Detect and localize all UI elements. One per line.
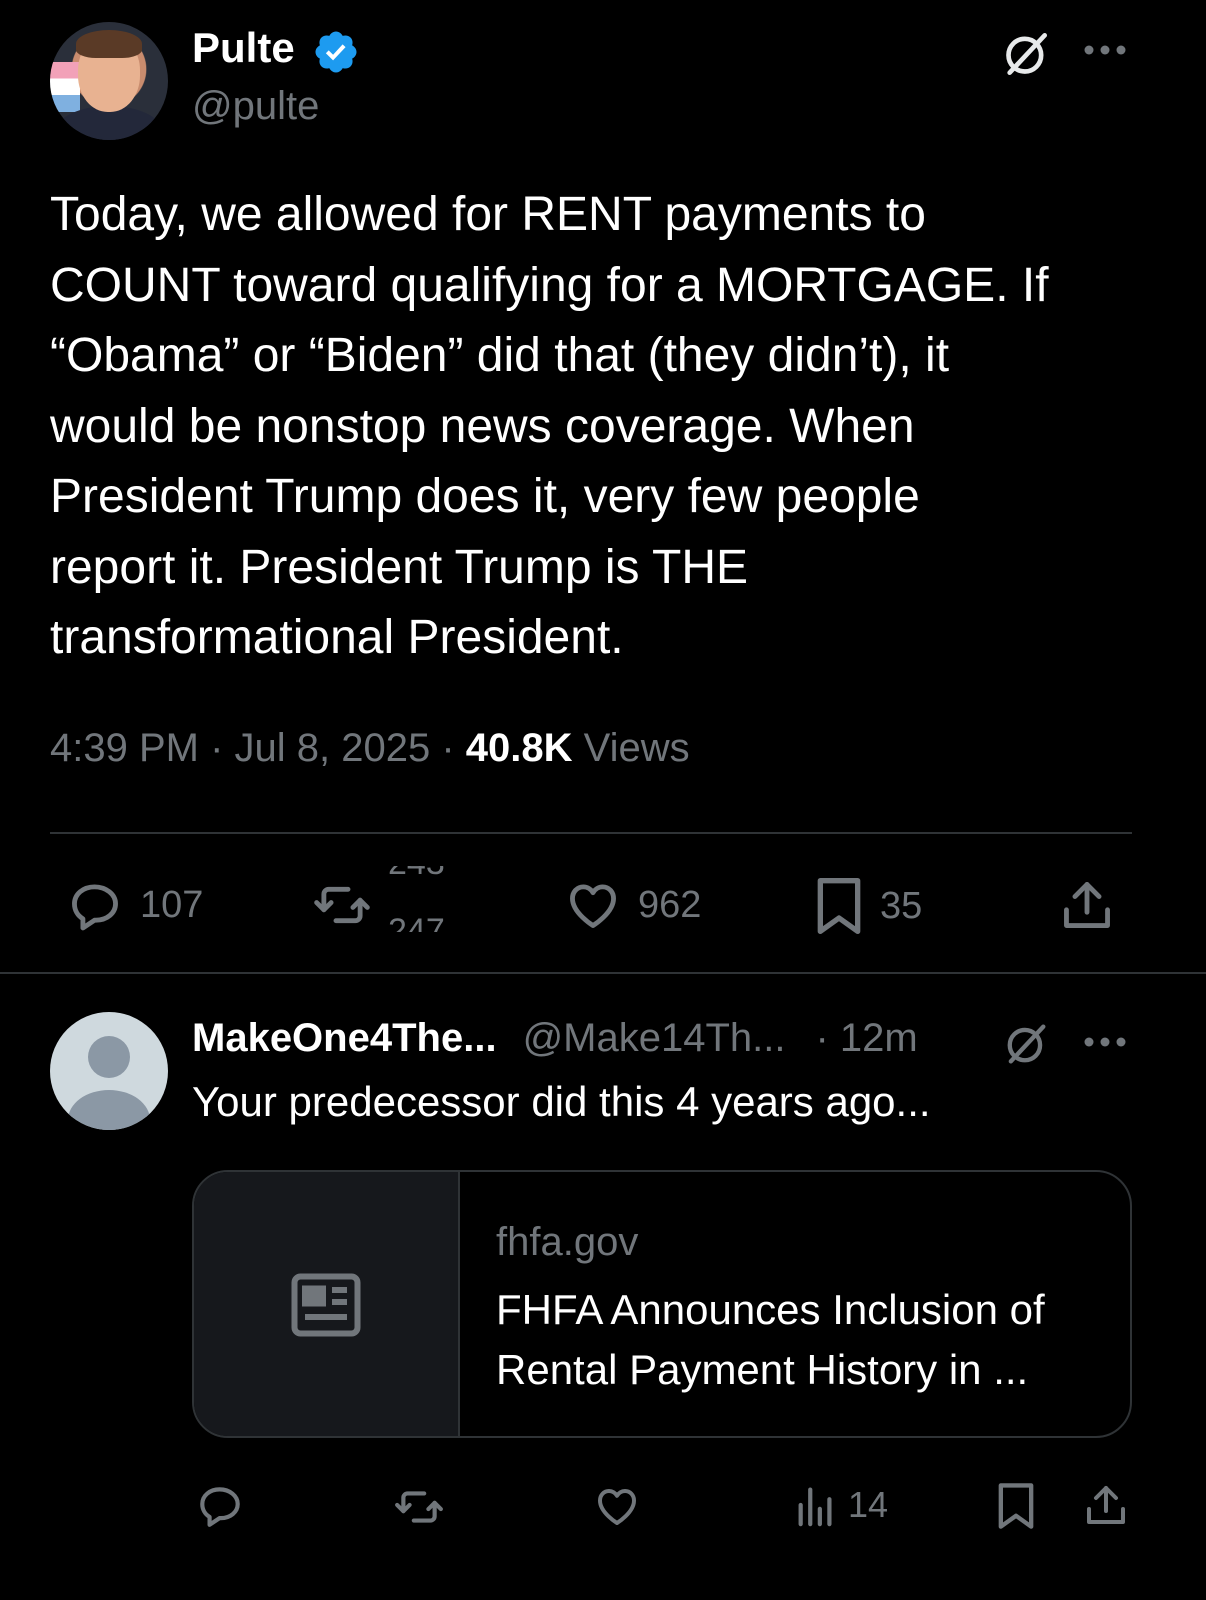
- reply-text: Your predecessor did this 4 years ago...: [192, 1078, 931, 1125]
- reply-count: 107: [140, 883, 204, 926]
- retweet-button[interactable]: [308, 876, 376, 934]
- tweet-time[interactable]: 4:39 PM: [50, 726, 199, 770]
- reply-like-button[interactable]: [592, 1482, 642, 1530]
- reply-views-button[interactable]: 14: [794, 1482, 888, 1528]
- reply-author-handle[interactable]: @Make14Th...: [523, 1016, 786, 1061]
- bookmark-button[interactable]: 35: [812, 874, 922, 938]
- news-article-icon: [290, 1272, 362, 1338]
- reply-time[interactable]: · 12m: [816, 1016, 918, 1061]
- retweet-count-new: 247: [388, 912, 445, 932]
- card-domain: fhfa.gov: [496, 1220, 639, 1264]
- reply-author-avatar[interactable]: [50, 1012, 168, 1130]
- reply-header: MakeOne4The... @Make14Th... · 12m: [192, 1016, 918, 1061]
- more-icon[interactable]: [1082, 40, 1128, 60]
- views-count: 40.8K: [465, 726, 573, 770]
- reply-author-name[interactable]: MakeOne4The...: [192, 1016, 497, 1061]
- tweet-text: Today, we allowed for RENT payments to C…: [50, 188, 1049, 664]
- divider: [50, 832, 1132, 834]
- reply-reply-button[interactable]: [194, 1480, 246, 1530]
- card-title: FHFA Announces Inclusion of Rental Payme…: [496, 1286, 1045, 1393]
- tweet-meta: 4:39 PM · Jul 8, 2025 · 40.8K Views: [50, 726, 690, 770]
- like-count: 962: [638, 883, 702, 926]
- divider: [0, 972, 1206, 974]
- reply-button[interactable]: 107: [64, 876, 203, 934]
- retweet-count-old: 243: [388, 866, 445, 883]
- bookmark-count: 35: [880, 884, 923, 927]
- reply-share-button[interactable]: [1082, 1480, 1130, 1530]
- grok-icon[interactable]: [998, 26, 1054, 82]
- more-icon[interactable]: [1082, 1032, 1128, 1052]
- reply-views-count: 14: [848, 1484, 889, 1525]
- tweet-date[interactable]: Jul 8, 2025: [235, 726, 431, 770]
- reply-bookmark-button[interactable]: [994, 1480, 1038, 1532]
- share-button[interactable]: [1058, 876, 1116, 934]
- author-handle[interactable]: @pulte: [192, 84, 319, 129]
- author-name[interactable]: Pulte: [192, 24, 295, 72]
- retweet-count: 243 247: [384, 866, 464, 932]
- verified-badge-icon: [312, 28, 360, 76]
- card-thumbnail: [194, 1172, 460, 1436]
- link-card[interactable]: fhfa.gov FHFA Announces Inclusion of Ren…: [192, 1170, 1132, 1438]
- reply-retweet-button[interactable]: [390, 1482, 448, 1532]
- author-avatar[interactable]: [50, 22, 168, 140]
- like-button[interactable]: 962: [562, 876, 701, 934]
- views-label: Views: [583, 726, 690, 770]
- grok-icon[interactable]: [1000, 1018, 1052, 1070]
